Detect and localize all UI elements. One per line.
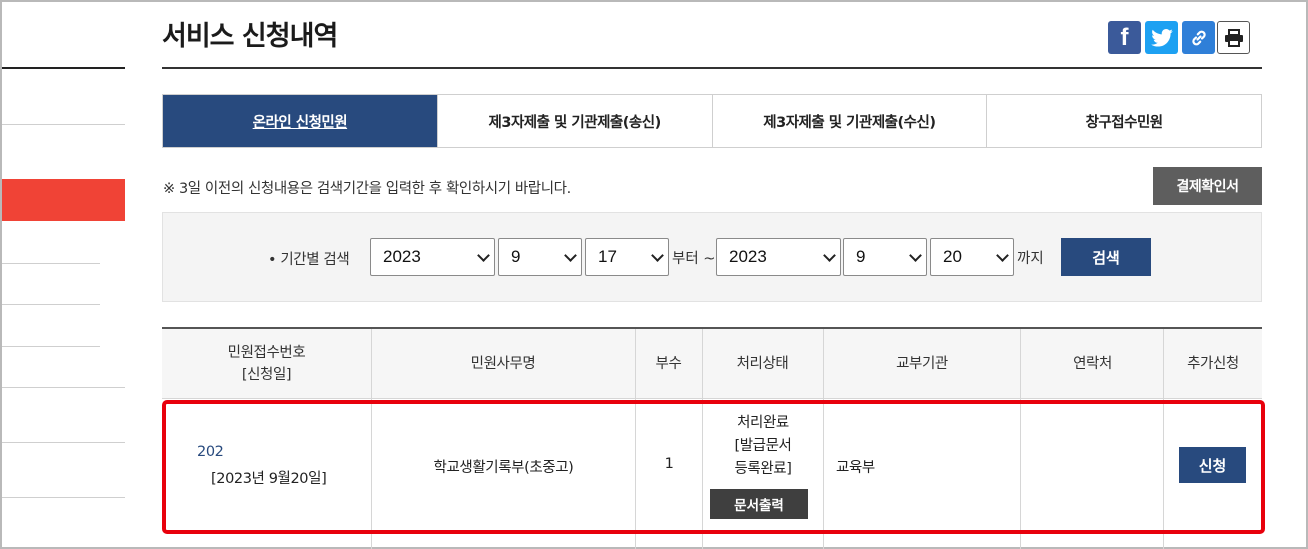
sidebar-divider [2,387,125,388]
sidebar-item-active[interactable] [2,179,125,221]
to-year-value: 2023 [729,247,767,266]
print-icon[interactable] [1217,21,1250,54]
to-day-select[interactable]: 20 [930,238,1014,276]
header-copies: 부수 [655,356,682,372]
chevron-down-icon [651,249,664,262]
header-receipt-no-label: 민원접수번호 [227,345,306,361]
notice-text: ※ 3일 이전의 신청내용은 검색기간을 입력한 후 확인하시기 바랍니다. [163,181,571,197]
header-name: 민원사무명 [470,356,536,372]
header-agency: 교부기관 [896,356,948,372]
header-contact: 연락처 [1073,356,1112,372]
from-day-select[interactable]: 17 [585,238,669,276]
header-status: 처리상태 [736,356,789,372]
from-suffix-label: 부터 ~ [672,251,716,267]
header-receipt-date-label: [신청일] [241,367,292,383]
tab-third-party-received[interactable]: 제3자제출 및 기관제출(수신) [711,95,987,147]
twitter-share-icon[interactable] [1145,21,1178,54]
tab-online-application[interactable]: 온라인 신청민원 [163,95,437,147]
chevron-down-icon [823,249,836,262]
chevron-down-icon [564,249,577,262]
highlight-box [162,400,1265,534]
table-header: 민원접수번호 [신청일] 민원사무명 부수 처리상태 교부기관 연락처 추가신청 [162,329,1262,399]
from-month-select[interactable]: 9 [498,238,582,276]
chevron-down-icon [996,249,1009,262]
header-extra: 추가신청 [1187,356,1239,372]
facebook-share-icon[interactable]: f [1108,21,1141,54]
left-sidebar [2,0,125,549]
from-month-value: 9 [511,247,521,266]
to-suffix-label: 까지 [1017,251,1044,267]
chevron-down-icon [909,249,922,262]
sidebar-divider [2,304,100,305]
to-year-select[interactable]: 2023 [716,238,841,276]
from-year-select[interactable]: 2023 [370,238,495,276]
sidebar-divider [2,263,100,264]
link-copy-icon[interactable] [1182,21,1215,54]
sidebar-divider [2,346,100,347]
title-divider [162,67,1262,69]
header-receipt-no: 민원접수번호 [신청일] [162,329,371,399]
search-button[interactable]: 검색 [1061,238,1151,276]
sidebar-divider [2,442,125,443]
search-period-label: • 기간별 검색 [268,252,350,268]
sidebar-divider [2,67,125,69]
to-day-value: 20 [943,247,962,266]
tab-counter-application[interactable]: 창구접수민원 [986,95,1261,147]
from-year-value: 2023 [383,247,421,266]
to-month-value: 9 [856,247,866,266]
tab-third-party-sent[interactable]: 제3자제출 및 기관제출(송신) [436,95,712,147]
sidebar-divider [2,497,125,498]
from-day-value: 17 [598,247,617,266]
tab-bar: 온라인 신청민원 제3자제출 및 기관제출(송신) 제3자제출 및 기관제출(수… [162,94,1262,148]
chevron-down-icon [477,249,490,262]
to-month-select[interactable]: 9 [843,238,927,276]
sidebar-divider [2,124,125,125]
page-title: 서비스 신청내역 [162,21,338,52]
payment-confirmation-button[interactable]: 결제확인서 [1153,167,1262,205]
